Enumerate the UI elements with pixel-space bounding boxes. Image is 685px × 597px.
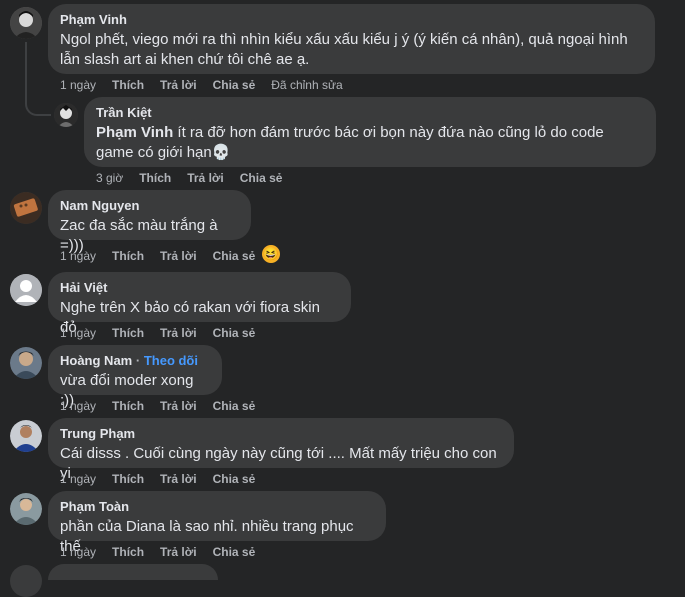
follow-button[interactable]: Theo dõi (144, 353, 198, 368)
user-photo-icon (10, 347, 42, 379)
user-photo-icon (10, 420, 42, 452)
share-button[interactable]: Chia sẻ (213, 399, 256, 413)
reply-button[interactable]: Trả lời (160, 472, 197, 486)
reply-button[interactable]: Trả lời (187, 171, 224, 185)
comment-bubble: Phạm Toàn phần của Diana là sao nhỉ. nhi… (48, 491, 386, 555)
like-button[interactable]: Thích (112, 472, 144, 486)
like-button[interactable]: Thích (112, 78, 144, 92)
share-button[interactable]: Chia sẻ (213, 78, 256, 92)
comment-actions: 1 ngày Thích Trả lời Chia sẻ Đã chỉnh sử… (60, 78, 359, 92)
comment-time[interactable]: 3 giờ (96, 171, 123, 185)
comment-time[interactable]: 1 ngày (60, 472, 96, 486)
comment-actions: 1 ngày Thích Trả lời Chia sẻ (60, 472, 271, 486)
like-button[interactable]: Thích (112, 399, 144, 413)
avatar[interactable] (54, 103, 78, 127)
comment-bubble: Hải Việt Nghe trên X bảo có rakan với fi… (48, 272, 351, 336)
comment-bubble: Hoàng Nam · Theo dõi vừa đổi moder xong … (48, 345, 222, 409)
mention-link[interactable]: Phạm Vinh (96, 124, 173, 141)
avatar[interactable] (10, 420, 42, 452)
avatar[interactable] (10, 493, 42, 525)
comment-actions: 3 giờ Thích Trả lời Chia sẻ (96, 171, 298, 185)
avatar[interactable] (10, 565, 42, 597)
comment-author[interactable]: Phạm Vinh (60, 12, 643, 28)
like-button[interactable]: Thích (112, 249, 144, 263)
comment-actions: 1 ngày Thích Trả lời Chia sẻ (60, 326, 271, 340)
share-button[interactable]: Chia sẻ (213, 545, 256, 559)
avatar[interactable] (10, 274, 42, 306)
comment-author[interactable]: Nam Nguyen (60, 198, 239, 214)
like-button[interactable]: Thích (139, 171, 171, 185)
comment-author-name[interactable]: Hoàng Nam (60, 353, 132, 368)
user-photo-icon (10, 493, 42, 525)
comment-actions: 1 ngày Thích Trả lời Chia sẻ (60, 249, 271, 263)
comment-bubble: Trung Phạm Cái disss . Cuối cùng ngày nà… (48, 418, 514, 482)
comment-bubble: Phạm Vinh Ngol phết, viego mới ra thì nh… (48, 4, 655, 74)
user-photo-icon (10, 192, 42, 224)
reply-button[interactable]: Trả lời (160, 545, 197, 559)
comment-actions: 1 ngày Thích Trả lời Chia sẻ (60, 399, 271, 413)
user-photo-icon (54, 103, 78, 127)
comment-time[interactable]: 1 ngày (60, 545, 96, 559)
comment-author[interactable]: Hải Việt (60, 280, 339, 296)
comment-text: Phạm Vinh ít ra đỡ hơn đám trước bác ơi … (96, 123, 644, 163)
share-button[interactable]: Chia sẻ (213, 472, 256, 486)
comment-bubble (48, 564, 218, 580)
comment-time[interactable]: 1 ngày (60, 399, 96, 413)
comment-author: Hoàng Nam · Theo dõi (60, 353, 198, 368)
avatar[interactable] (10, 7, 42, 39)
reply-button[interactable]: Trả lời (160, 78, 197, 92)
reply-button[interactable]: Trả lời (160, 326, 197, 340)
avatar[interactable] (10, 347, 42, 379)
comment-text-body: ít ra đỡ hơn đám trước bác ơi bọn này đứ… (96, 124, 604, 161)
share-button[interactable]: Chia sẻ (213, 249, 256, 263)
avatar[interactable] (10, 192, 42, 224)
share-button[interactable]: Chia sẻ (240, 171, 283, 185)
comment-time[interactable]: 1 ngày (60, 249, 96, 263)
comment-author[interactable]: Phạm Toàn (60, 499, 374, 515)
comment-author[interactable]: Trung Phạm (60, 426, 502, 442)
comment-text: Ngol phết, viego mới ra thì nhìn kiểu xấ… (60, 31, 628, 68)
comment-time[interactable]: 1 ngày (60, 78, 96, 92)
like-button[interactable]: Thích (112, 545, 144, 559)
user-photo-icon (10, 7, 42, 39)
like-button[interactable]: Thích (112, 326, 144, 340)
default-avatar-icon (10, 274, 42, 306)
share-button[interactable]: Chia sẻ (213, 326, 256, 340)
edited-label[interactable]: Đã chỉnh sửa (271, 78, 342, 92)
reply-button[interactable]: Trả lời (160, 399, 197, 413)
comment-time[interactable]: 1 ngày (60, 326, 96, 340)
comment-author[interactable]: Trần Kiệt (96, 105, 644, 121)
reply-bubble: Trần Kiệt Phạm Vinh ít ra đỡ hơn đám trư… (84, 97, 656, 167)
comment-actions: 1 ngày Thích Trả lời Chia sẻ (60, 545, 271, 559)
reply-button[interactable]: Trả lời (160, 249, 197, 263)
comment-bubble: Nam Nguyen Zac đa sắc màu trắng à =))) (48, 190, 251, 254)
